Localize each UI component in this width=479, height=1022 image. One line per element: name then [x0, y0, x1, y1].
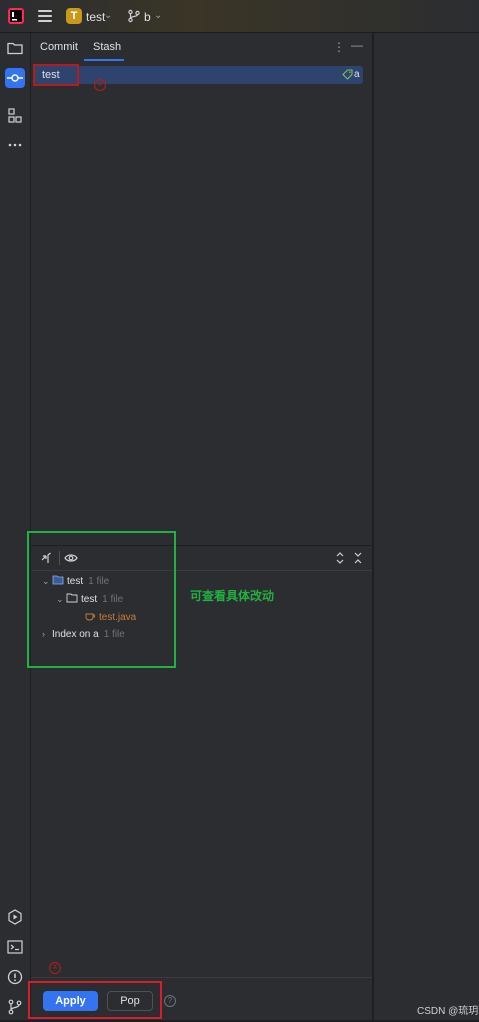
run-services-icon[interactable] [5, 907, 25, 927]
watermark: CSDN @琉玥 [417, 1006, 479, 1017]
structure-icon[interactable] [5, 106, 25, 126]
terminal-icon[interactable] [5, 937, 25, 957]
step-marker: ② [49, 962, 61, 974]
title-bar: T test ⌄ b ⌄ [0, 0, 479, 33]
main-menu-icon[interactable] [38, 10, 52, 22]
collapse-all-icon[interactable] [351, 551, 365, 565]
more-tools-icon[interactable] [5, 135, 25, 155]
chevron-down-icon[interactable]: ⌄ [154, 10, 162, 21]
highlight-box [27, 531, 176, 668]
tab-commit[interactable]: Commit [40, 41, 78, 53]
minimize-icon[interactable]: — [351, 38, 363, 52]
stash-branch-tag: a [354, 69, 360, 80]
commit-tool-window: Commit Stash ⋮ — test a ① ⌄ test 1 file … [27, 33, 372, 1020]
commit-icon[interactable] [5, 68, 25, 88]
editor-area [373, 33, 479, 1020]
highlight-box [33, 64, 79, 86]
project-name[interactable]: test [86, 10, 105, 24]
intellij-logo-icon[interactable] [8, 8, 24, 24]
more-vertical-icon[interactable]: ⋮ [333, 40, 345, 54]
tab-stash[interactable]: Stash [93, 41, 121, 53]
step-marker: ① [94, 79, 106, 91]
chevron-down-icon[interactable]: ⌄ [104, 10, 112, 21]
active-tab-indicator [84, 59, 124, 61]
project-badge[interactable]: T [66, 8, 82, 24]
git-icon[interactable] [5, 997, 25, 1017]
problems-icon[interactable] [5, 967, 25, 987]
branch-name[interactable]: b [144, 10, 151, 24]
expand-all-icon[interactable] [333, 551, 347, 565]
project-folder-icon[interactable] [5, 38, 25, 58]
tool-window-strip [0, 33, 31, 1020]
branch-icon[interactable] [127, 9, 141, 23]
bottom-separator [31, 977, 372, 978]
stash-list-item[interactable]: test a [34, 66, 363, 84]
help-icon[interactable]: ? [164, 995, 176, 1007]
highlight-box [28, 981, 162, 1019]
tag-icon [342, 69, 353, 80]
tab-bar: Commit Stash ⋮ — [31, 33, 372, 61]
annotation-note: 可查看具体改动 [190, 589, 275, 603]
